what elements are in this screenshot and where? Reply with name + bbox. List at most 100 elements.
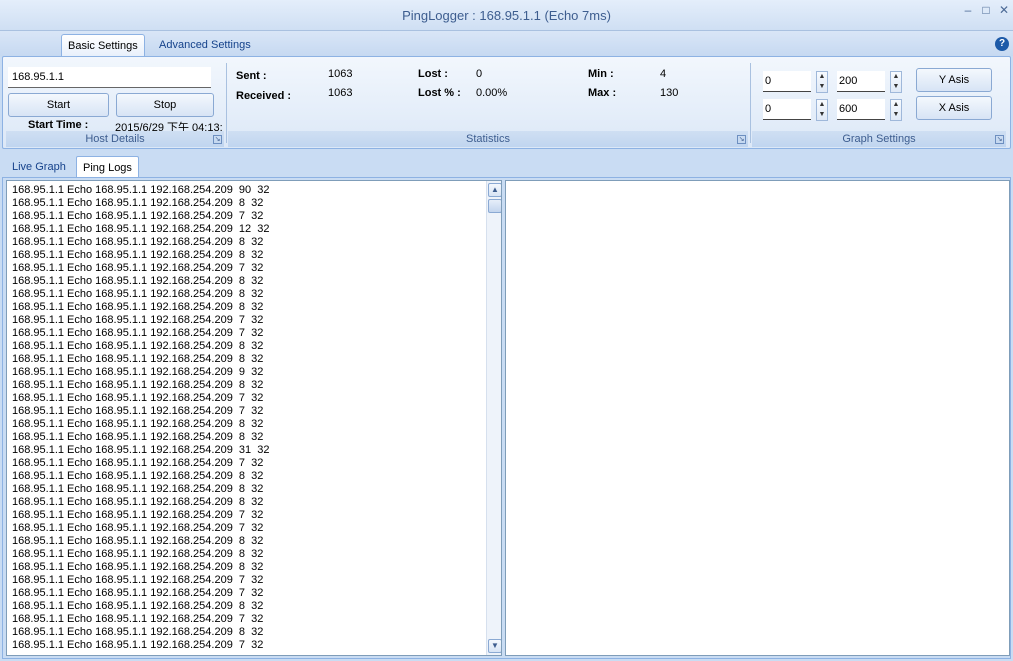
y-max-spinner[interactable]: ▲ ▼ (890, 71, 902, 93)
received-value: 1063 (328, 87, 353, 99)
list-item[interactable]: 168.95.1.1 Echo 168.95.1.1 192.168.254.2… (12, 249, 484, 262)
list-item[interactable]: 168.95.1.1 Echo 168.95.1.1 192.168.254.2… (12, 327, 484, 340)
list-item[interactable]: 168.95.1.1 Echo 168.95.1.1 192.168.254.2… (12, 457, 484, 470)
group-divider (226, 63, 227, 143)
host-details-label: Host Details ↘ (6, 131, 224, 147)
chevron-up-icon[interactable]: ▲ (817, 72, 827, 82)
scroll-up-icon[interactable]: ▲ (488, 183, 501, 197)
ribbon-tab-strip: Basic Settings Advanced Settings (0, 31, 1013, 56)
list-item[interactable]: 168.95.1.1 Echo 168.95.1.1 192.168.254.2… (12, 353, 484, 366)
list-item[interactable]: 168.95.1.1 Echo 168.95.1.1 192.168.254.2… (12, 444, 484, 457)
x-min-spinner[interactable]: ▲ ▼ (816, 99, 828, 121)
statistics-group: Sent : 1063 Received : 1063 Lost : 0 Los… (228, 61, 748, 147)
tab-basic-settings[interactable]: Basic Settings (61, 34, 145, 56)
list-item[interactable]: 168.95.1.1 Echo 168.95.1.1 192.168.254.2… (12, 210, 484, 223)
list-item[interactable]: 168.95.1.1 Echo 168.95.1.1 192.168.254.2… (12, 223, 484, 236)
log-lines: 168.95.1.1 Echo 168.95.1.1 192.168.254.2… (12, 184, 484, 652)
chevron-down-icon[interactable]: ▼ (891, 110, 901, 120)
list-item[interactable]: 168.95.1.1 Echo 168.95.1.1 192.168.254.2… (12, 197, 484, 210)
list-item[interactable]: 168.95.1.1 Echo 168.95.1.1 192.168.254.2… (12, 366, 484, 379)
minimize-icon[interactable]: – (960, 3, 976, 17)
x-min-input[interactable] (763, 99, 811, 120)
list-item[interactable]: 168.95.1.1 Echo 168.95.1.1 192.168.254.2… (12, 496, 484, 509)
list-item[interactable]: 168.95.1.1 Echo 168.95.1.1 192.168.254.2… (12, 340, 484, 353)
list-item[interactable]: 168.95.1.1 Echo 168.95.1.1 192.168.254.2… (12, 379, 484, 392)
list-item[interactable]: 168.95.1.1 Echo 168.95.1.1 192.168.254.2… (12, 392, 484, 405)
ribbon-panel: Start Stop Start Time : 2015/6/29 下午 04:… (2, 56, 1011, 149)
list-item[interactable]: 168.95.1.1 Echo 168.95.1.1 192.168.254.2… (12, 574, 484, 587)
chevron-down-icon[interactable]: ▼ (817, 110, 827, 120)
chevron-down-icon[interactable]: ▼ (817, 82, 827, 92)
start-button[interactable]: Start (8, 93, 109, 117)
max-value: 130 (660, 87, 679, 99)
min-value: 4 (660, 68, 667, 80)
y-min-input[interactable] (763, 71, 811, 92)
chevron-down-icon[interactable]: ▼ (891, 82, 901, 92)
lost-percent-value: 0.00% (476, 87, 508, 99)
log-scrollbar[interactable]: ▲ ▼ (486, 181, 501, 655)
statistics-label: Statistics ↘ (228, 131, 748, 147)
list-item[interactable]: 168.95.1.1 Echo 168.95.1.1 192.168.254.2… (12, 314, 484, 327)
close-icon[interactable]: ✕ (996, 3, 1012, 17)
list-item[interactable]: 168.95.1.1 Echo 168.95.1.1 192.168.254.2… (12, 405, 484, 418)
start-time-label: Start Time : (28, 119, 89, 131)
scroll-thumb[interactable] (488, 199, 501, 213)
list-item[interactable]: 168.95.1.1 Echo 168.95.1.1 192.168.254.2… (12, 301, 484, 314)
x-axis-button[interactable]: X Asis (916, 96, 992, 120)
lost-label: Lost : (418, 68, 448, 80)
content-area: 168.95.1.1 Echo 168.95.1.1 192.168.254.2… (2, 177, 1011, 659)
list-item[interactable]: 168.95.1.1 Echo 168.95.1.1 192.168.254.2… (12, 639, 484, 652)
list-item[interactable]: 168.95.1.1 Echo 168.95.1.1 192.168.254.2… (12, 275, 484, 288)
list-item[interactable]: 168.95.1.1 Echo 168.95.1.1 192.168.254.2… (12, 548, 484, 561)
dialog-launcher-icon[interactable]: ↘ (737, 135, 746, 144)
title-bar: PingLogger : 168.95.1.1 (Echo 7ms) – □ ✕ (0, 0, 1013, 31)
list-item[interactable]: 168.95.1.1 Echo 168.95.1.1 192.168.254.2… (12, 522, 484, 535)
scroll-down-icon[interactable]: ▼ (488, 639, 501, 653)
y-max-input[interactable] (837, 71, 885, 92)
x-max-spinner[interactable]: ▲ ▼ (890, 99, 902, 121)
host-input[interactable] (8, 67, 211, 88)
group-divider (750, 63, 751, 143)
list-item[interactable]: 168.95.1.1 Echo 168.95.1.1 192.168.254.2… (12, 236, 484, 249)
dialog-launcher-icon[interactable]: ↘ (213, 135, 222, 144)
list-item[interactable]: 168.95.1.1 Echo 168.95.1.1 192.168.254.2… (12, 431, 484, 444)
list-item[interactable]: 168.95.1.1 Echo 168.95.1.1 192.168.254.2… (12, 288, 484, 301)
dialog-launcher-icon[interactable]: ↘ (995, 135, 1004, 144)
graph-settings-group: ▲▼ ▲▼ ▲▼ ▲▼ Y Asis X Asis Graph Settings… (752, 61, 1006, 147)
list-item[interactable]: 168.95.1.1 Echo 168.95.1.1 192.168.254.2… (12, 626, 484, 639)
min-label: Min : (588, 68, 614, 80)
stop-button[interactable]: Stop (116, 93, 214, 117)
list-item[interactable]: 168.95.1.1 Echo 168.95.1.1 192.168.254.2… (12, 483, 484, 496)
graph-settings-label: Graph Settings ↘ (752, 131, 1006, 147)
sent-value: 1063 (328, 68, 353, 80)
host-details-group: Start Stop Start Time : 2015/6/29 下午 04:… (6, 61, 224, 147)
list-item[interactable]: 168.95.1.1 Echo 168.95.1.1 192.168.254.2… (12, 509, 484, 522)
list-item[interactable]: 168.95.1.1 Echo 168.95.1.1 192.168.254.2… (12, 470, 484, 483)
tab-advanced-settings[interactable]: Advanced Settings (153, 34, 257, 56)
chevron-up-icon[interactable]: ▲ (891, 100, 901, 110)
list-item[interactable]: 168.95.1.1 Echo 168.95.1.1 192.168.254.2… (12, 262, 484, 275)
log-detail-panel (505, 180, 1010, 656)
chevron-up-icon[interactable]: ▲ (891, 72, 901, 82)
maximize-icon[interactable]: □ (978, 3, 994, 17)
y-min-spinner[interactable]: ▲ ▼ (816, 71, 828, 93)
chevron-up-icon[interactable]: ▲ (817, 100, 827, 110)
x-max-input[interactable] (837, 99, 885, 120)
received-label: Received : (236, 90, 292, 102)
list-item[interactable]: 168.95.1.1 Echo 168.95.1.1 192.168.254.2… (12, 600, 484, 613)
list-item[interactable]: 168.95.1.1 Echo 168.95.1.1 192.168.254.2… (12, 418, 484, 431)
tab-ping-logs[interactable]: Ping Logs (76, 156, 139, 178)
y-axis-button[interactable]: Y Asis (916, 68, 992, 92)
lost-percent-label: Lost % : (418, 87, 461, 99)
list-item[interactable]: 168.95.1.1 Echo 168.95.1.1 192.168.254.2… (12, 613, 484, 626)
window-title: PingLogger : 168.95.1.1 (Echo 7ms) (402, 8, 611, 23)
lost-value: 0 (476, 68, 483, 80)
list-item[interactable]: 168.95.1.1 Echo 168.95.1.1 192.168.254.2… (12, 561, 484, 574)
list-item[interactable]: 168.95.1.1 Echo 168.95.1.1 192.168.254.2… (12, 184, 484, 197)
list-item[interactable]: 168.95.1.1 Echo 168.95.1.1 192.168.254.2… (12, 587, 484, 600)
list-item[interactable]: 168.95.1.1 Echo 168.95.1.1 192.168.254.2… (12, 535, 484, 548)
help-icon[interactable]: ? (995, 37, 1009, 51)
ping-log-list[interactable]: 168.95.1.1 Echo 168.95.1.1 192.168.254.2… (6, 180, 502, 656)
tab-live-graph[interactable]: Live Graph (6, 156, 72, 178)
max-label: Max : (588, 87, 617, 99)
